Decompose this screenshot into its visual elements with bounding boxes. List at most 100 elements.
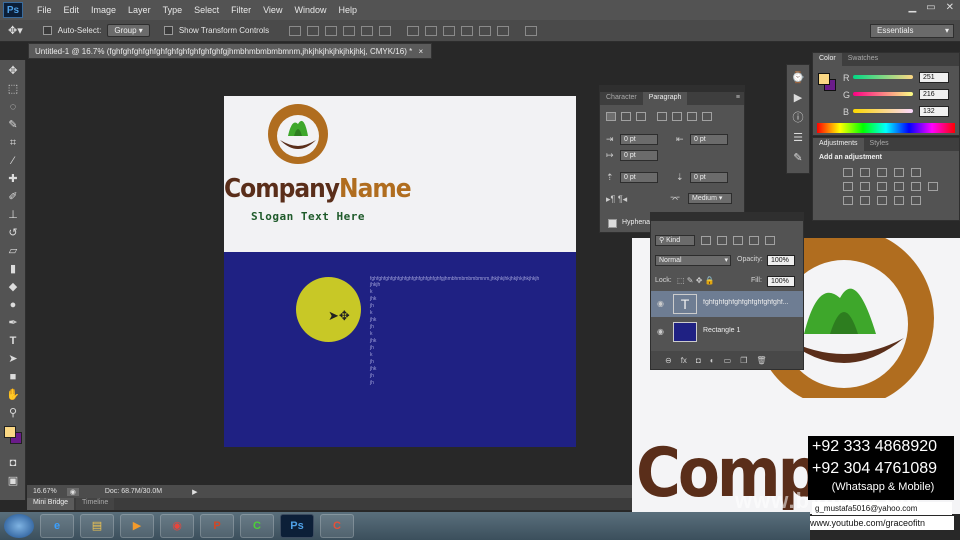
opacity-field[interactable]: 100%: [767, 255, 795, 266]
brush-tool-icon[interactable]: ✐: [5, 190, 21, 204]
artboard[interactable]: CompanyName Slogan Text Here fghfghfghfg…: [224, 96, 576, 447]
align-hcenter-icon[interactable]: [361, 25, 374, 36]
vibrance-icon[interactable]: [911, 168, 921, 177]
properties-panel-icon[interactable]: ☰: [790, 131, 806, 145]
show-transform-checkbox[interactable]: [163, 26, 173, 35]
camtasia-recorder-icon[interactable]: C: [320, 514, 354, 538]
layer-mask-icon[interactable]: ◘: [696, 356, 701, 365]
file-explorer-icon[interactable]: ▤: [80, 514, 114, 538]
tab-styles[interactable]: Styles: [864, 138, 895, 151]
chrome-icon[interactable]: ◉: [160, 514, 194, 538]
history-panel-icon[interactable]: ⌚: [790, 71, 806, 85]
screen-mode-icon[interactable]: ▣: [5, 474, 21, 488]
healing-tool-icon[interactable]: ✚: [5, 172, 21, 186]
auto-select-checkbox[interactable]: [42, 26, 52, 35]
tab-adjustments[interactable]: Adjustments: [813, 138, 864, 151]
close-tab-icon[interactable]: ×: [418, 47, 423, 56]
move-tool-icon[interactable]: ✥: [5, 64, 21, 78]
type-tool-icon[interactable]: T: [5, 334, 21, 348]
menu-window[interactable]: Window: [288, 5, 332, 15]
color-spectrum-bar[interactable]: [817, 123, 955, 133]
minimize-button[interactable]: ▁: [908, 2, 916, 13]
blend-mode-dropdown[interactable]: Normal ▾: [655, 255, 731, 266]
justify-all-icon[interactable]: [702, 112, 712, 121]
eraser-tool-icon[interactable]: ▱: [5, 244, 21, 258]
color-swatches[interactable]: [0, 426, 25, 452]
zoom-tool-icon[interactable]: ⚲: [5, 406, 21, 420]
text-direction-icon[interactable]: ▸¶ ¶◂: [606, 194, 627, 205]
filter-pixel-icon[interactable]: [701, 236, 711, 245]
link-layers-icon[interactable]: ⊖: [665, 356, 672, 365]
visibility-eye-icon[interactable]: ◉: [657, 327, 664, 336]
indent-left-field[interactable]: 0 pt: [620, 134, 658, 145]
distribute-right-icon[interactable]: [497, 25, 510, 36]
close-button[interactable]: ✕: [946, 2, 954, 13]
shape-tool-icon[interactable]: ■: [5, 370, 21, 384]
tab-paragraph[interactable]: Paragraph: [642, 92, 688, 105]
align-center-text-icon[interactable]: [621, 112, 631, 121]
adjustment-layer-icon[interactable]: ◐: [710, 356, 715, 365]
status-arrow-icon[interactable]: ▶: [192, 488, 197, 496]
menu-filter[interactable]: Filter: [225, 5, 257, 15]
dodge-tool-icon[interactable]: ●: [5, 298, 21, 312]
r-value-field[interactable]: 251: [919, 72, 949, 83]
align-vcenter-icon[interactable]: [307, 25, 320, 36]
zoom-level[interactable]: 16.67%: [33, 488, 57, 495]
distribute-bottom-icon[interactable]: [443, 25, 456, 36]
powerpoint-icon[interactable]: P: [200, 514, 234, 538]
fill-field[interactable]: 100%: [767, 276, 795, 287]
crop-tool-icon[interactable]: ⌗: [5, 136, 21, 150]
blur-tool-icon[interactable]: ◆: [5, 280, 21, 294]
foreground-color-swatch[interactable]: [4, 426, 16, 438]
menu-layer[interactable]: Layer: [122, 5, 157, 15]
filter-type-icon[interactable]: [733, 236, 743, 245]
delete-layer-icon[interactable]: 🗑: [756, 356, 766, 365]
justify-last-left-icon[interactable]: [657, 112, 667, 121]
filter-smart-icon[interactable]: [765, 236, 775, 245]
status-info-icon[interactable]: ◉: [66, 487, 79, 496]
layer-style-icon[interactable]: fx: [681, 356, 687, 365]
lasso-tool-icon[interactable]: ◌: [5, 100, 21, 114]
align-right-text-icon[interactable]: [636, 112, 646, 121]
document-tab[interactable]: Untitled-1 @ 16.7% (fghfghfghfghfghfghfg…: [28, 43, 432, 59]
brightness-icon[interactable]: [843, 168, 853, 177]
g-value-field[interactable]: 216: [919, 89, 949, 100]
first-line-indent-field[interactable]: 0 pt: [620, 150, 658, 161]
b-value-field[interactable]: 132: [919, 106, 949, 117]
workspace-dropdown[interactable]: Essentials ▾: [870, 24, 954, 38]
threshold-icon[interactable]: [877, 196, 887, 205]
align-bottom-icon[interactable]: [325, 25, 338, 36]
channel-mixer-icon[interactable]: [911, 182, 921, 191]
invert-icon[interactable]: [843, 196, 853, 205]
distribute-hcenter-icon[interactable]: [479, 25, 492, 36]
space-after-field[interactable]: 0 pt: [690, 172, 728, 183]
composer-dropdown[interactable]: Medium ▾: [688, 193, 732, 204]
align-left-text-icon[interactable]: [606, 112, 616, 121]
indent-right-field[interactable]: 0 pt: [690, 134, 728, 145]
color-lookup-icon[interactable]: [928, 182, 938, 191]
hue-saturation-icon[interactable]: [843, 182, 853, 191]
panel-menu-icon[interactable]: ≡: [732, 92, 744, 105]
tab-color[interactable]: Color: [813, 53, 842, 66]
visibility-eye-icon[interactable]: ◉: [657, 299, 664, 308]
align-top-icon[interactable]: [289, 25, 302, 36]
eyedropper-tool-icon[interactable]: ⁄: [5, 154, 21, 168]
marquee-tool-icon[interactable]: ⬚: [5, 82, 21, 96]
distribute-vcenter-icon[interactable]: [425, 25, 438, 36]
history-brush-tool-icon[interactable]: ↺: [5, 226, 21, 240]
menu-edit[interactable]: Edit: [58, 5, 86, 15]
tab-timeline[interactable]: Timeline: [76, 498, 115, 510]
tab-swatches[interactable]: Swatches: [842, 53, 884, 66]
layer-row-text[interactable]: ◉ T fghfghfghfghfghfghfghfghf...: [651, 291, 803, 317]
pen-tool-icon[interactable]: ✒: [5, 316, 21, 330]
gradient-map-icon[interactable]: [894, 196, 904, 205]
camtasia-green-icon[interactable]: C: [240, 514, 274, 538]
quick-mask-icon[interactable]: ◘: [5, 456, 21, 470]
color-balance-icon[interactable]: [860, 182, 870, 191]
exposure-icon[interactable]: [894, 168, 904, 177]
filter-adjustment-icon[interactable]: [717, 236, 727, 245]
layer-filter-dropdown[interactable]: ⚲ Kind: [655, 235, 695, 246]
color-fg-swatch[interactable]: [818, 73, 830, 85]
black-white-icon[interactable]: [877, 182, 887, 191]
g-slider[interactable]: [853, 92, 913, 96]
